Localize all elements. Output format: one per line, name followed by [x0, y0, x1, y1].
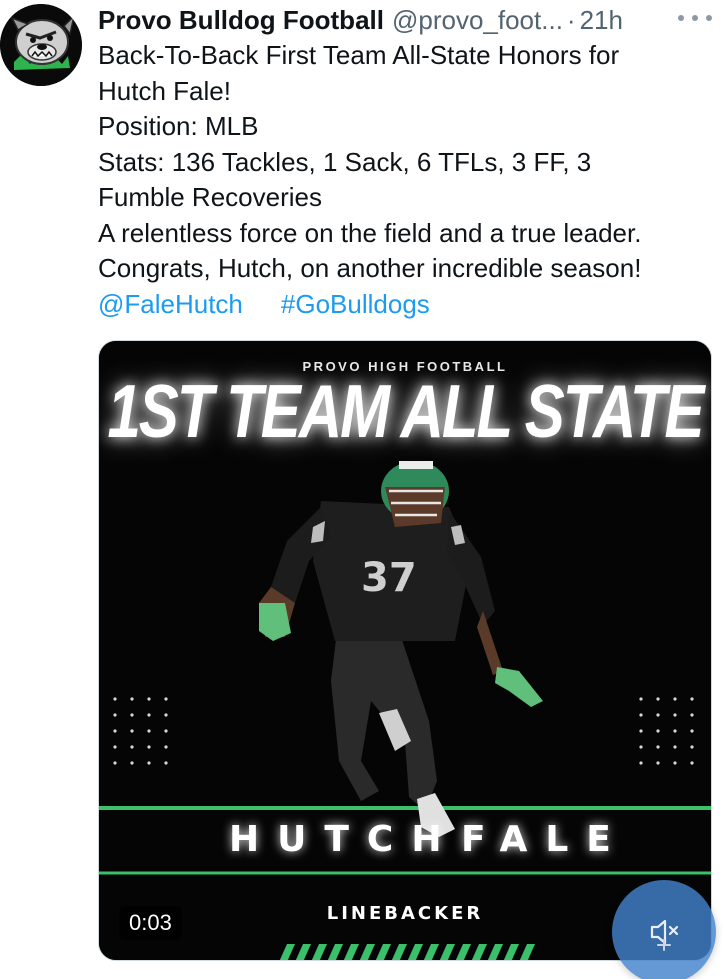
hashtag-link[interactable]: #GoBulldogs [281, 289, 430, 319]
video-duration: 0:03 [119, 906, 182, 940]
tweet: Provo Bulldog Football @provo_foot... · … [0, 0, 724, 979]
tweet-text-line: Back-To-Back First Team All-State Honors… [98, 40, 620, 70]
tweet-text-line: Hutch Fale! [98, 75, 231, 106]
tweet-text: Back-To-Back First Team All-State Honors… [98, 38, 718, 322]
tweet-header: Provo Bulldog Football @provo_foot... · … [98, 4, 714, 36]
author-handle[interactable]: @provo_foot... [392, 5, 563, 36]
more-dot [706, 15, 712, 21]
header-separator: · [566, 4, 576, 35]
author-name[interactable]: Provo Bulldog Football [98, 5, 384, 36]
tweet-text-line: Fumble Recoveries [98, 182, 322, 212]
bulldog-logo-icon [0, 4, 82, 86]
video-media[interactable]: 37 PROVO HIGH FOOTBALL 1ST TEAM ALL STAT… [98, 340, 712, 961]
mute-toggle-button[interactable] [612, 880, 716, 979]
tweet-text-line: Congrats, Hutch, on another incredible s… [98, 253, 642, 283]
more-options-icon[interactable] [678, 8, 712, 28]
tweet-links: @FaleHutch #GoBulldogs [98, 287, 718, 323]
more-dot [692, 15, 698, 21]
more-dot [678, 15, 684, 21]
tweet-text-line: A relentless force on the field and a tr… [98, 217, 642, 248]
tweet-timestamp[interactable]: 21h [580, 5, 623, 36]
player-last-name: FALE [461, 819, 629, 860]
speaker-muted-icon [650, 919, 679, 951]
media-headline: 1ST TEAM ALL STATE [107, 369, 704, 454]
avatar[interactable] [0, 4, 82, 86]
jersey-number: 37 [361, 555, 417, 601]
player-first-name: HUTCH [229, 819, 460, 860]
mention-link[interactable]: @FaleHutch [98, 289, 243, 319]
tweet-text-line: Stats: 136 Tackles, 1 Sack, 6 TFLs, 3 FF… [98, 146, 592, 177]
tweet-text-line: Position: MLB [98, 111, 259, 141]
